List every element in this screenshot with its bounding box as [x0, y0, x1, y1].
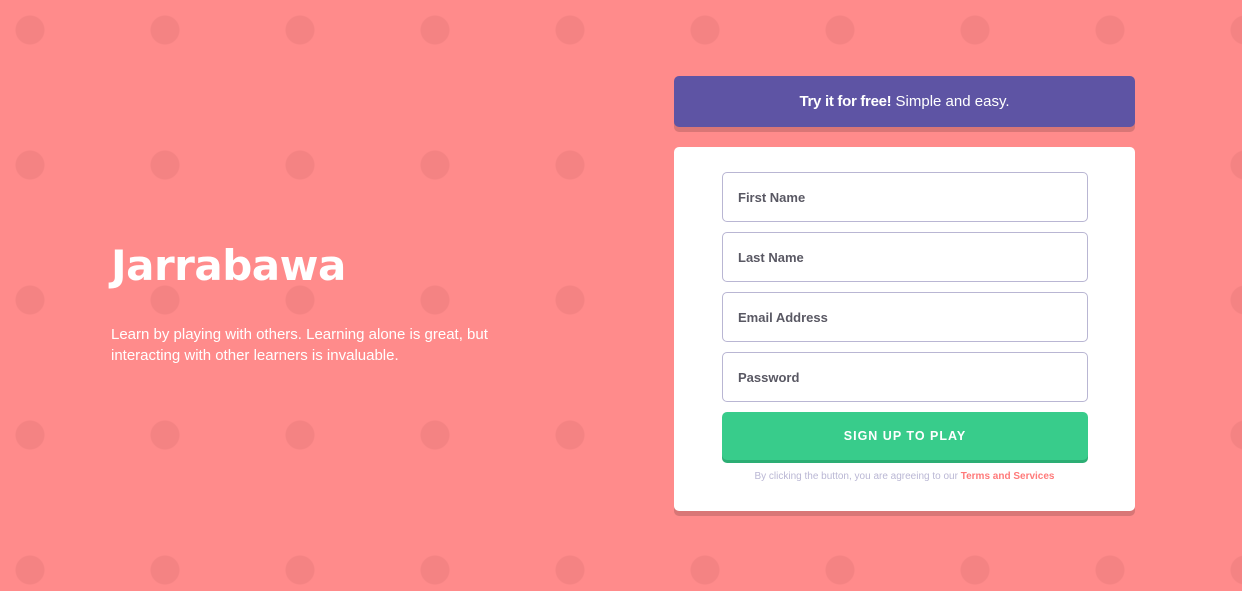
sign-up-button[interactable]: SIGN UP TO PLAY [722, 412, 1088, 460]
first-name-input[interactable] [722, 172, 1088, 222]
last-name-input[interactable] [722, 232, 1088, 282]
hero-description: Learn by playing with others. Learning a… [111, 326, 488, 364]
email-input[interactable] [722, 292, 1088, 342]
promo-strong-text: Try it for free! [799, 93, 892, 110]
promo-text: Simple and easy. [891, 93, 1010, 110]
signup-form: SIGN UP TO PLAY By clicking the button, … [674, 147, 1135, 511]
terms-notice: By clicking the button, you are agreeing… [674, 471, 1135, 482]
hero-section: Jarrabawa Learn by playing with others. … [111, 240, 531, 366]
terms-link[interactable]: Terms and Services [961, 471, 1055, 482]
hero-title: Jarrabawa [111, 241, 346, 290]
password-input[interactable] [722, 352, 1088, 402]
promo-banner: Try it for free! Simple and easy. [674, 76, 1135, 127]
terms-text: By clicking the button, you are agreeing… [754, 471, 961, 482]
